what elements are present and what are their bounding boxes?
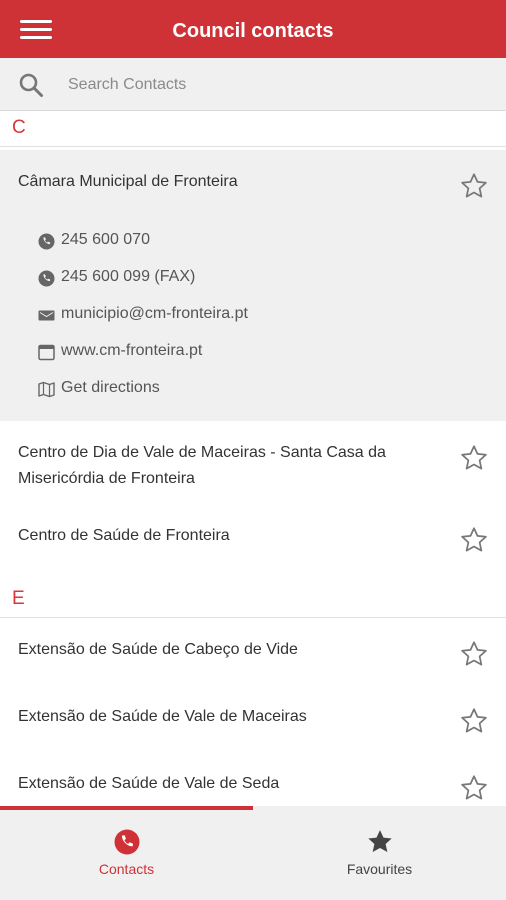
section-letter: E [12, 588, 25, 609]
contact-name: Centro de Dia de Vale de Maceiras - Sant… [18, 444, 386, 487]
contacts-list[interactable]: C Câmara Municipal de Fronteira 245 600 … [0, 111, 506, 806]
contact-name: Centro de Saúde de Fronteira [18, 527, 230, 544]
page-title: Council contacts [172, 20, 334, 42]
email-icon [38, 310, 55, 321]
browser-icon [38, 344, 55, 361]
detail-text: www.cm-fronteira.pt [61, 342, 203, 359]
contact-item[interactable]: Extensão de Saúde de Vale de Seda [0, 752, 506, 806]
contact-item[interactable]: Centro de Dia de Vale de Maceiras - Sant… [0, 421, 506, 507]
divider [0, 146, 506, 147]
tab-label: Favourites [346, 861, 413, 877]
section-header-c: C [0, 111, 506, 147]
star-outline-icon[interactable] [459, 706, 489, 736]
detail-text: Get directions [61, 379, 160, 396]
contact-name: Extensão de Saúde de Cabeço de Vide [18, 641, 298, 658]
contact-item[interactable]: Centro de Saúde de Fronteira [0, 507, 506, 577]
star-outline-icon[interactable] [459, 171, 489, 201]
contact-item[interactable]: Extensão de Saúde de Vale de Maceiras [0, 685, 506, 752]
phone-icon [38, 233, 55, 250]
contact-name: Extensão de Saúde de Vale de Maceiras [18, 708, 307, 725]
app-bar: Council contacts [0, 0, 506, 58]
detail-text: 245 600 099 (FAX) [61, 268, 196, 285]
directions-map-icon [38, 381, 55, 398]
section-header-e: E [0, 582, 506, 618]
section-letter: C [12, 117, 26, 138]
search-bar [0, 58, 506, 111]
contact-item[interactable]: Extensão de Saúde de Cabeço de Vide [0, 618, 506, 685]
detail-text: municipio@cm-fronteira.pt [61, 305, 248, 322]
search-icon[interactable] [18, 72, 44, 98]
contact-name: Câmara Municipal de Fronteira [18, 173, 238, 190]
detail-text: 245 600 070 [61, 231, 150, 248]
phone-icon [38, 270, 55, 287]
tab-favourites[interactable]: Favourites [253, 810, 506, 900]
star-filled-icon [368, 830, 392, 853]
search-input[interactable] [66, 70, 490, 100]
star-outline-icon[interactable] [459, 773, 489, 803]
contact-name: Extensão de Saúde de Vale de Seda [18, 775, 280, 792]
phone-circle-icon [114, 829, 140, 855]
bottom-navigation: Contacts Favourites [0, 810, 506, 900]
tab-contacts[interactable]: Contacts [0, 810, 253, 900]
contact-item-expanded[interactable]: Câmara Municipal de Fronteira 245 600 07… [0, 150, 506, 421]
star-outline-icon[interactable] [459, 639, 489, 669]
star-outline-icon[interactable] [459, 443, 489, 473]
star-outline-icon[interactable] [459, 525, 489, 555]
tab-label: Contacts [98, 861, 155, 877]
